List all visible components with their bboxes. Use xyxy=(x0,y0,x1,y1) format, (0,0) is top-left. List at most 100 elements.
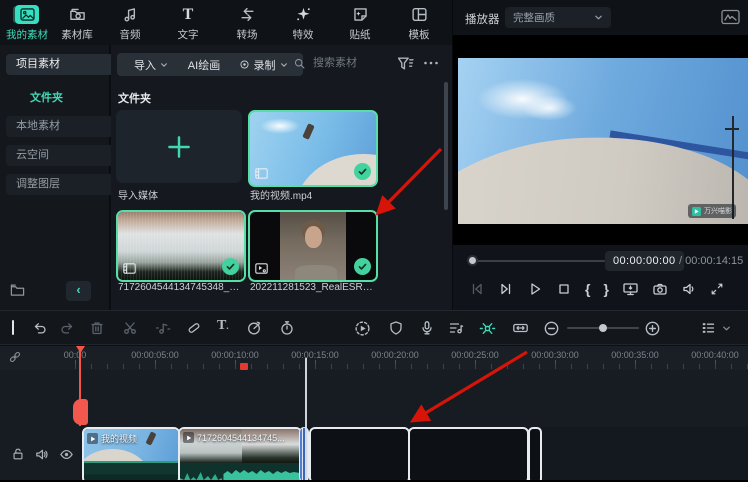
quality-value: 完整画质 xyxy=(513,10,555,25)
sidebar-item-cloud-space[interactable]: 云空间 xyxy=(6,145,114,166)
timeline-empty-clip-3[interactable] xyxy=(528,427,542,482)
track-manager-icon[interactable] xyxy=(700,320,716,336)
tab-label: 转场 xyxy=(220,27,274,42)
timeline-ruler[interactable]: 00:00 00:00:05:00 00:00:10:00 00:00:15:0… xyxy=(0,346,748,370)
select-tool-icon[interactable] xyxy=(12,320,14,335)
card-label: 导入媒体 xyxy=(118,187,238,202)
zoom-slider-handle[interactable] xyxy=(599,324,607,332)
quick-split-mode-icon[interactable] xyxy=(479,320,496,337)
pole-crossbar xyxy=(725,128,739,130)
search-box[interactable] xyxy=(293,56,385,70)
ruler-label: 00:00:15:00 xyxy=(291,350,339,360)
previous-frame-button[interactable] xyxy=(469,281,485,297)
tab-label: 音频 xyxy=(103,27,157,42)
ruler-label: 00:00:40:00 xyxy=(691,350,739,360)
seek-bar[interactable] xyxy=(475,260,605,262)
tab-transition[interactable]: 转场 xyxy=(220,4,274,42)
redo-button[interactable] xyxy=(59,320,75,336)
tab-label: 我的素材 xyxy=(0,27,54,42)
snapshot-button[interactable] xyxy=(652,281,668,297)
seek-handle[interactable] xyxy=(467,255,478,266)
text-tool-icon[interactable]: T. xyxy=(217,319,229,333)
more-options-icon[interactable] xyxy=(423,60,439,66)
tab-stock-media[interactable]: 素材库 xyxy=(50,4,104,42)
play-button[interactable] xyxy=(527,281,543,297)
timeline-empty-clip-1[interactable] xyxy=(309,427,410,482)
tab-templates[interactable]: 模板 xyxy=(392,4,446,42)
sticker-icon xyxy=(352,6,369,23)
tab-text[interactable]: T 文字 xyxy=(161,4,215,42)
record-button[interactable]: 录制 xyxy=(223,53,303,76)
volume-button[interactable] xyxy=(681,281,697,297)
tab-label: 特效 xyxy=(276,27,330,42)
tab-my-media[interactable]: 我的素材 xyxy=(0,4,54,42)
tab-audio[interactable]: 音频 xyxy=(103,4,157,42)
mirror-display-button[interactable] xyxy=(622,281,639,297)
player-viewport: 万兴喵影 xyxy=(453,35,748,245)
thumbnail-cloud xyxy=(260,118,300,134)
sidebar-item-local-media[interactable]: 本地素材 xyxy=(6,116,114,137)
clip-label: 7172604544134745... xyxy=(197,433,285,443)
end-marker xyxy=(240,363,248,370)
panel-divider xyxy=(452,0,453,310)
audio-icon xyxy=(122,6,139,23)
lock-track-icon[interactable] xyxy=(11,447,25,461)
template-icon xyxy=(411,6,428,23)
media-scrollbar[interactable] xyxy=(444,82,448,210)
timeline-clip-waterfall[interactable]: 7172604544134745... xyxy=(178,427,302,482)
zoom-in-icon[interactable] xyxy=(644,320,661,337)
card-label: 7172604544134745348_r ... xyxy=(118,282,242,293)
edit-point-line xyxy=(305,358,307,480)
chevron-down-icon[interactable] xyxy=(722,324,731,333)
ruler-label: 00:00:35:00 xyxy=(611,350,659,360)
quality-dropdown[interactable]: 完整画质 xyxy=(505,7,611,28)
marker-icon[interactable] xyxy=(186,320,202,336)
sidebar-item-project-media[interactable]: 项目素材 xyxy=(6,54,114,75)
mute-track-icon[interactable] xyxy=(34,447,49,462)
timeline-clip-fragment[interactable] xyxy=(299,427,309,482)
import-media-card[interactable] xyxy=(116,110,242,183)
speed-ramp-icon[interactable] xyxy=(246,320,262,336)
media-card-waterfall[interactable] xyxy=(116,210,246,282)
shield-icon[interactable] xyxy=(388,320,404,336)
timeline-empty-clip-2[interactable] xyxy=(408,427,529,482)
sidebar-item-folder[interactable]: 文件夹 xyxy=(30,89,63,105)
media-card-portrait[interactable] xyxy=(248,210,378,282)
search-input[interactable] xyxy=(311,56,385,70)
timeline-clip-my-video[interactable]: 我的视频 xyxy=(82,427,180,482)
render-preview-icon[interactable] xyxy=(354,320,371,337)
next-frame-button[interactable] xyxy=(498,281,514,297)
voiceover-mic-icon[interactable] xyxy=(419,320,435,336)
split-button[interactable] xyxy=(122,320,138,336)
timer-icon[interactable] xyxy=(279,320,295,336)
mark-in-button[interactable]: { xyxy=(585,282,590,296)
fullscreen-button[interactable] xyxy=(710,282,724,296)
media-card-my-video[interactable] xyxy=(248,110,378,187)
tab-effects[interactable]: 特效 xyxy=(276,4,330,42)
ruler-label: 00:00 xyxy=(64,350,87,360)
undo-button[interactable] xyxy=(32,320,48,336)
link-clips-icon[interactable] xyxy=(8,350,22,364)
current-timecode: 00:00:00:00 xyxy=(605,251,684,271)
clip-label-row: 7172604544134745... xyxy=(183,432,285,443)
mark-out-button[interactable]: } xyxy=(603,282,608,296)
sidebar-item-adjustment-layer[interactable]: 调整图层 xyxy=(6,174,114,195)
hide-track-icon[interactable] xyxy=(59,447,74,462)
filter-icon[interactable] xyxy=(397,55,414,72)
adjustment-list-icon[interactable] xyxy=(448,320,464,336)
fit-timeline-icon[interactable] xyxy=(512,320,529,336)
stop-button[interactable] xyxy=(556,281,572,297)
tab-stickers[interactable]: 贴纸 xyxy=(333,4,387,42)
ruler-label: 00:00:25:00 xyxy=(451,350,499,360)
plus-icon xyxy=(165,133,193,161)
scopes-icon[interactable] xyxy=(721,9,740,25)
zoom-out-icon[interactable] xyxy=(543,320,560,337)
collapse-sidebar-button[interactable]: ‹ xyxy=(66,281,91,301)
ruler-label: 00:00:05:00 xyxy=(131,350,179,360)
beat-detect-icon[interactable] xyxy=(155,320,171,336)
filmora-app-window: 我的素材 素材库 音频 T 文字 转场 特效 xyxy=(0,0,748,482)
playhead-grip[interactable] xyxy=(73,399,88,425)
total-duration: / 00:00:14:15 xyxy=(679,255,743,267)
delete-button[interactable] xyxy=(89,320,105,336)
new-folder-icon[interactable] xyxy=(10,283,25,297)
